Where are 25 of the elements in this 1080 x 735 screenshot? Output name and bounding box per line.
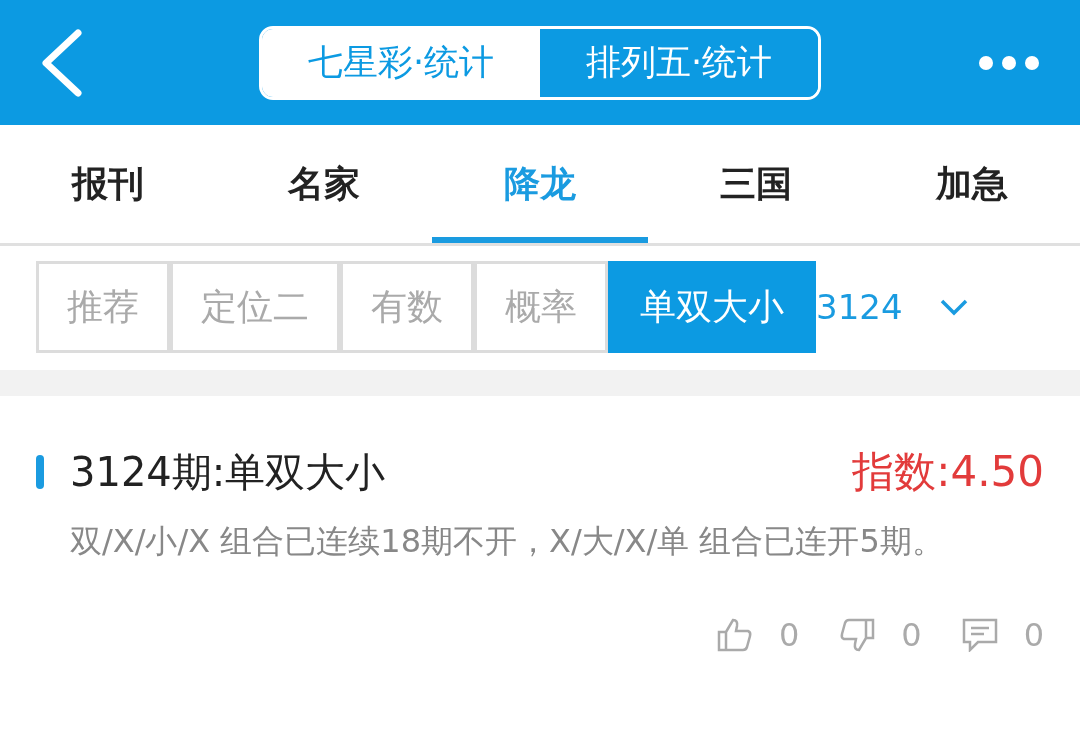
tab[interactable]: 名家 [216, 125, 432, 243]
card-title: 3124期:单双大小 [70, 447, 386, 497]
sub-tab[interactable]: 单双大小 [608, 261, 816, 353]
index-value: 指数:4.50 [852, 446, 1044, 498]
dislike-count: 0 [901, 615, 922, 656]
switch-tab[interactable]: 七星彩·统计 [262, 28, 540, 97]
sub-tab[interactable]: 有数 [340, 261, 474, 353]
accent-bar [36, 454, 44, 489]
like-count: 0 [778, 615, 800, 656]
tab[interactable]: 加急 [864, 125, 1080, 243]
tab[interactable]: 降龙 [432, 125, 648, 243]
more-icon[interactable] [978, 54, 1040, 71]
thumbs-down-icon[interactable] [839, 617, 876, 653]
thumbs-up-icon[interactable] [716, 617, 753, 653]
tab[interactable]: 报刊 [0, 125, 216, 243]
period-value[interactable]: 3124 [816, 281, 903, 333]
comment-icon[interactable] [961, 618, 998, 652]
sub-tab[interactable]: 推荐 [36, 261, 170, 353]
description: 双/X/小/X 组合已连续18期不开，X/大/X/单 组合已连开5期。 [70, 521, 945, 562]
comment-count: 0 [1023, 615, 1044, 656]
back-icon[interactable] [40, 28, 82, 97]
sub-tab[interactable]: 概率 [474, 261, 608, 353]
tab[interactable]: 三国 [648, 125, 864, 243]
chevron-down-icon[interactable] [938, 298, 969, 316]
sub-tab[interactable]: 定位二 [170, 261, 340, 353]
